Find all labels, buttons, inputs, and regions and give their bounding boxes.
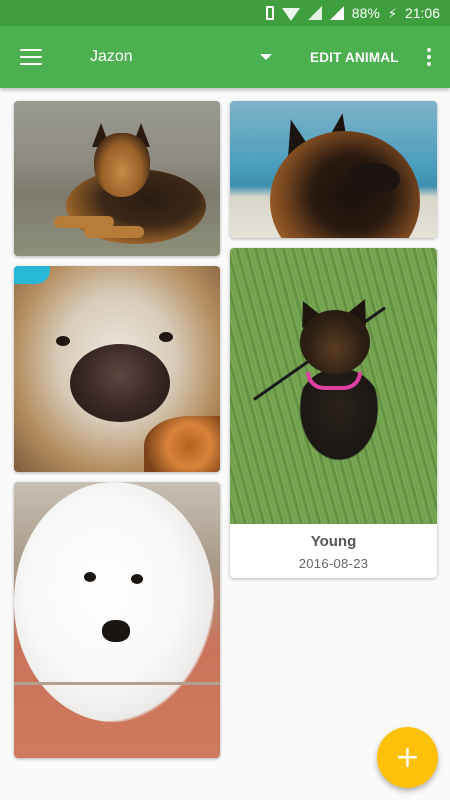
dog-photo (230, 101, 437, 238)
battery-percent: 88% (351, 5, 380, 21)
photo-name: Young (310, 533, 357, 550)
wifi-icon (281, 7, 300, 21)
clock: 21:06 (404, 5, 440, 21)
photo-card[interactable] (14, 266, 220, 472)
photo-card[interactable] (14, 482, 220, 758)
photo-caption: Young 2016-08-23 (230, 524, 437, 578)
no-data-icon (307, 6, 322, 20)
vibrate-icon (265, 6, 274, 20)
photo-card[interactable] (14, 101, 220, 256)
add-photo-button[interactable]: + (377, 727, 438, 788)
battery-charging-icon: ⚡ (387, 6, 397, 21)
dog-photo (14, 482, 220, 758)
more-vert-icon[interactable] (426, 48, 431, 66)
dropdown-arrow-icon[interactable] (260, 54, 272, 60)
animal-selector-title[interactable]: Jazon (90, 48, 240, 66)
dog-photo (14, 101, 220, 256)
add-icon: + (394, 739, 421, 775)
photo-date: 2016-08-23 (298, 556, 369, 571)
status-bar: 88% ⚡ 21:06 (0, 0, 450, 26)
edit-animal-button[interactable]: EDIT ANIMAL (310, 50, 399, 65)
featured-photo-card[interactable]: Young 2016-08-23 (230, 248, 437, 578)
dog-photo (14, 266, 220, 472)
photo-card[interactable] (230, 101, 437, 238)
dog-photo (230, 248, 437, 524)
app-bar: Jazon EDIT ANIMAL (0, 26, 450, 88)
menu-icon[interactable] (20, 49, 42, 65)
signal-icon (329, 6, 344, 20)
